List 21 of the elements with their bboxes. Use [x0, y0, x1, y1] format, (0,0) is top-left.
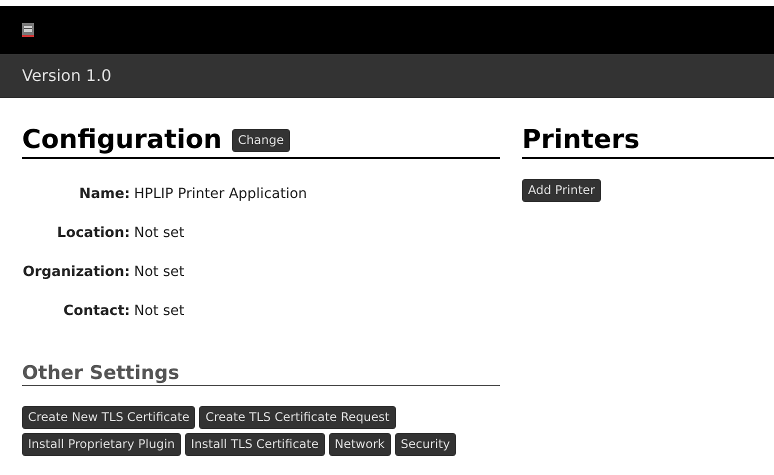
configuration-heading: Configuration — [22, 126, 222, 155]
field-label: Organization: — [22, 262, 130, 282]
field-label: Name: — [78, 184, 130, 204]
settings-button[interactable]: Security — [394, 433, 456, 456]
field-label: Contact: — [62, 302, 130, 321]
other-settings-heading: Other Settings — [22, 362, 180, 384]
version-label: Version 1.0 — [22, 66, 112, 85]
field-value: HPLIP Printer Application — [134, 184, 308, 204]
field-value: Not set — [134, 302, 184, 321]
field-label: Location: — [56, 224, 130, 243]
field-value: Not set — [134, 262, 184, 282]
settings-button[interactable]: Create New TLS Certificate — [22, 406, 196, 430]
settings-button[interactable]: Install TLS Certificate — [184, 433, 325, 456]
change-button[interactable]: Change — [232, 128, 290, 152]
settings-button[interactable]: Network — [328, 433, 391, 456]
add-printer-button[interactable]: Add Printer — [522, 178, 601, 202]
field-value: Not set — [134, 224, 184, 243]
printers-heading: Printers — [522, 126, 640, 155]
settings-button[interactable]: Install Proprietary Plugin — [22, 433, 181, 456]
printer-app-icon — [22, 23, 34, 38]
settings-button[interactable]: Create TLS Certificate Request — [199, 406, 396, 430]
